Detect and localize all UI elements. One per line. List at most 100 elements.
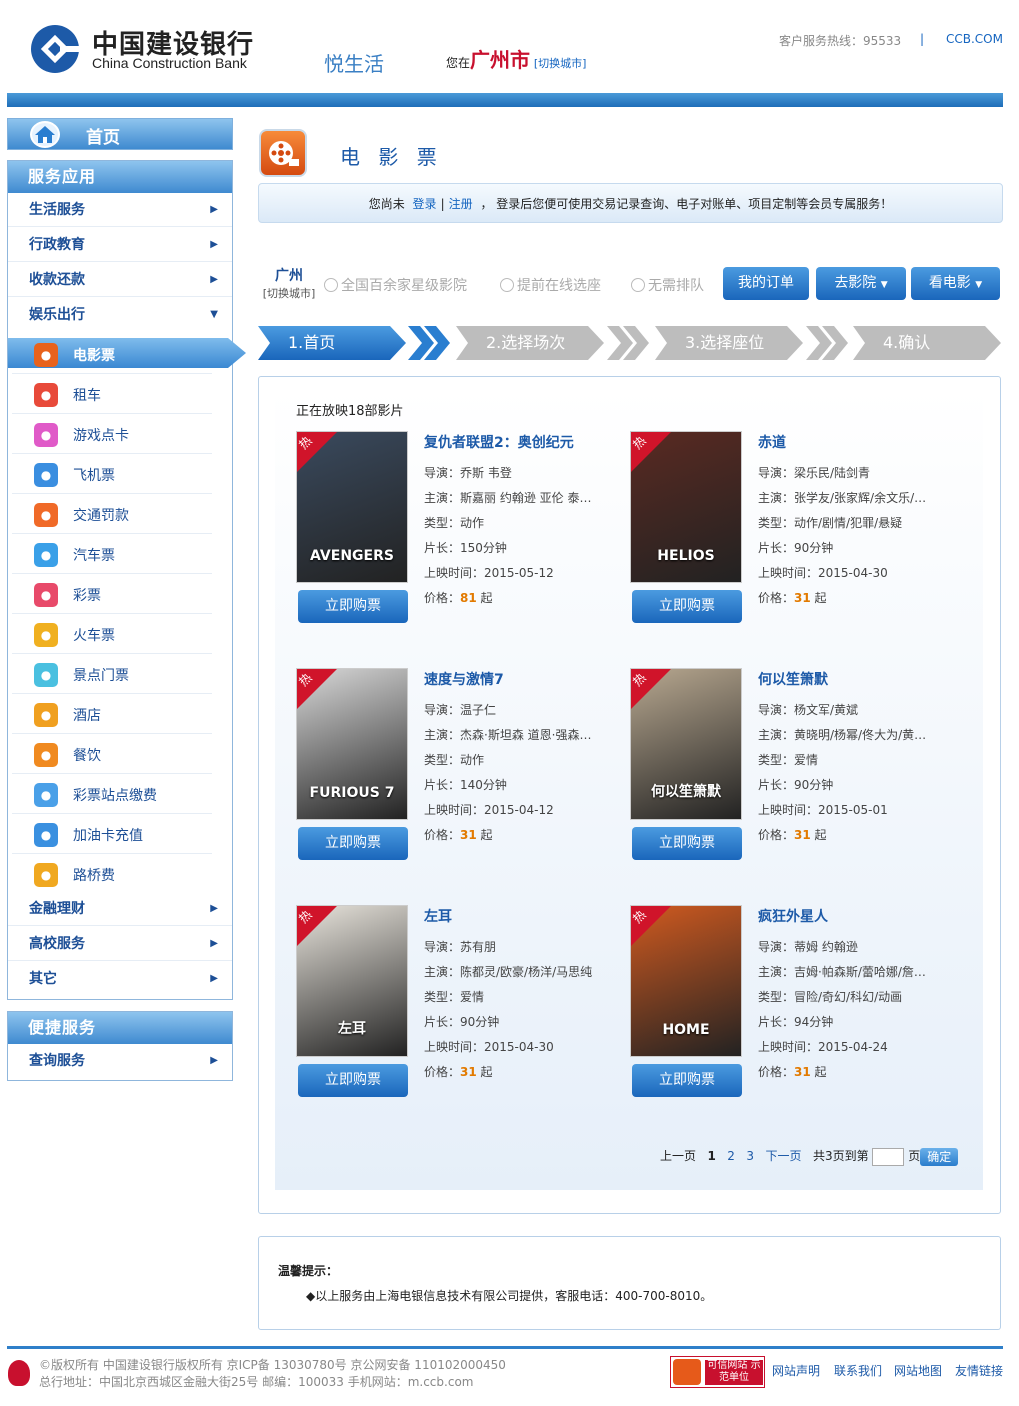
ccb-logo-icon[interactable] [30,24,80,74]
movie-release: 上映时间：2015-04-24 [758,1040,888,1054]
ccb-site-link[interactable]: CCB.COM [946,32,1003,46]
sidebar-item-train[interactable]: ● 火车票 [12,614,212,654]
category-entertainment[interactable]: 娱乐出行 ▼ [8,298,232,332]
buy-ticket-button[interactable]: 立即购票 [632,1064,742,1097]
movie-genre: 类型：爱情 [424,990,485,1004]
prev-page-link[interactable]: 上一页 [660,1149,696,1163]
buy-ticket-button[interactable]: 立即购票 [298,590,408,623]
sidebar-item-lottery-station[interactable]: ● 彩票站点缴费 [12,774,212,814]
movie-poster[interactable]: FURIOUS 7 热 [296,668,408,820]
price-suffix: 起 [814,591,827,605]
footer-link-friends[interactable]: 友情链接 [955,1362,1003,1379]
city-switch-link[interactable]: [切换城市] [259,285,319,301]
service-head: 服务应用 [8,161,232,193]
my-orders-button[interactable]: 我的订单 [723,267,809,300]
notice-suffix: ， 登录后您便可使用交易记录查询、电子对账单、项目定制等会员专属服务！ [480,197,893,211]
sidebar-item-label: 电影票 [73,348,115,364]
sidebar-item-label: 交通罚款 [73,508,129,524]
step-label: 1.首页 [288,333,336,352]
movie-title-link[interactable]: 疯狂外星人 [758,906,828,926]
sidebar-item-toll[interactable]: ● 路桥费 [12,854,212,894]
price-prefix: 价格： [424,1065,461,1079]
movie-title-link[interactable]: 左耳 [424,906,452,926]
movie-title-link[interactable]: 复仇者联盟2：奥创纪元 [424,432,574,452]
watch-movie-button[interactable]: 看电影 ▼ [911,267,1000,300]
movie-title-link[interactable]: 速度与激情7 [424,669,504,689]
sidebar-item-bus[interactable]: ● 汽车票 [12,534,212,574]
sidebar-item-film[interactable]: ● 电影票 [12,334,212,374]
movie-poster[interactable]: HELIOS 热 [630,431,742,583]
hot-badge-label: 热 [630,433,649,453]
city-selector[interactable]: 广州 [切换城市] [259,265,319,301]
page-title: 电 影 票 [340,145,443,169]
hot-badge: 热 [631,432,671,472]
page-2-link[interactable]: 2 [727,1149,735,1163]
sidebar-item-hotel[interactable]: ● 酒店 [12,694,212,734]
category-other[interactable]: 其它 ▶ [8,962,232,996]
login-link[interactable]: 登录 [413,197,437,211]
sidebar-item-label: 火车票 [73,628,115,644]
category-payments[interactable]: 收款还款 ▶ [8,263,232,297]
sidebar-item-car-rental[interactable]: ● 租车 [12,374,212,414]
poster-title: HOME [662,1022,710,1038]
movie-poster[interactable]: HOME 热 [630,905,742,1057]
movie-title-link[interactable]: 赤道 [758,432,786,452]
home-icon [30,121,60,148]
header-separator: | [920,32,925,46]
poster-title: AVENGERS [310,548,394,564]
page-1[interactable]: 1 [707,1149,715,1163]
sidebar-item-traffic-fine[interactable]: ● 交通罚款 [12,494,212,534]
home-label: 首页 [86,128,120,148]
sidebar-item-scenic-ticket[interactable]: ● 景点门票 [12,654,212,694]
category-life-services[interactable]: 生活服务 ▶ [8,193,232,227]
footer-link-contact[interactable]: 联系我们 [834,1362,882,1379]
go-cinema-button[interactable]: 去影院 ▼ [816,267,906,300]
notice-prefix: 您尚未 [368,197,405,211]
footer-link-statement[interactable]: 网站声明 [772,1362,820,1379]
sidebar-item-airplane[interactable]: ● 飞机票 [12,454,212,494]
city-name: 广州 [275,268,303,284]
step-select-seat: 3.选择座位 [655,326,803,360]
movie-poster[interactable]: 左耳 热 [296,905,408,1057]
copyright-text: ©版权所有 中国建设银行版权所有 京ICP备 13030780号 京公网安备 1… [39,1358,506,1372]
movie-cast: 主演：吉姆·帕森斯/蕾哈娜/詹妮弗·洛佩兹 [758,965,928,979]
price-prefix: 价格： [758,1065,795,1079]
category-label: 查询服务 [29,1053,85,1069]
sidebar-item-lottery-star[interactable]: ● 彩票 [12,574,212,614]
movie-poster[interactable]: AVENGERS 热 [296,431,408,583]
feature-cinemas: 全国百余家星级影院 [324,275,467,295]
button-label: 看电影 [928,275,971,291]
price-prefix: 价格： [758,828,795,842]
go-page-button[interactable]: 确定 [920,1147,959,1166]
next-page-link[interactable]: 下一页 [765,1149,801,1163]
category-admin-education[interactable]: 行政教育 ▶ [8,228,232,262]
category-university[interactable]: 高校服务 ▶ [8,927,232,961]
movie-genre: 类型：爱情 [758,753,819,767]
buy-ticket-button[interactable]: 立即购票 [632,827,742,860]
pagination: 上一页 1 2 3 下一页 共3页到第 页确定 [660,1147,959,1166]
sidebar-item-dining[interactable]: ● 餐饮 [12,734,212,774]
movie-price: 价格：31 起 [758,589,928,606]
sidebar-item-gamepad[interactable]: ● 游戏点卡 [12,414,212,454]
movie-director: 导演：苏有朋 [424,940,497,954]
category-finance[interactable]: 金融理财 ▶ [8,892,232,926]
buy-ticket-button[interactable]: 立即购票 [298,1064,408,1097]
register-link[interactable]: 注册 [449,197,473,211]
hot-badge-label: 热 [296,670,315,690]
sidebar-item-fuel-card[interactable]: ● 加油卡充值 [12,814,212,854]
movie-director: 导演：乔斯 韦登 [424,466,512,480]
home-nav[interactable]: 首页 [7,118,233,150]
movie-title-link[interactable]: 何以笙箫默 [758,669,828,689]
page-3-link[interactable]: 3 [746,1149,754,1163]
poster-title: HELIOS [657,548,715,564]
buy-ticket-button[interactable]: 立即购票 [632,590,742,623]
now-showing-count: 正在放映18部影片 [296,404,404,419]
buy-ticket-button[interactable]: 立即购票 [298,827,408,860]
category-query-service[interactable]: 查询服务 ▶ [8,1044,232,1078]
page-number-input[interactable] [872,1147,905,1166]
trusted-site-badge[interactable]: 可信网站 示范单位 [670,1356,765,1388]
movie-length: 片长：140分钟 [424,778,507,792]
footer-link-sitemap[interactable]: 网站地图 [894,1362,942,1379]
movie-poster[interactable]: 何以笙箫默 热 [630,668,742,820]
switch-city-link[interactable]: [切换城市] [534,57,587,70]
